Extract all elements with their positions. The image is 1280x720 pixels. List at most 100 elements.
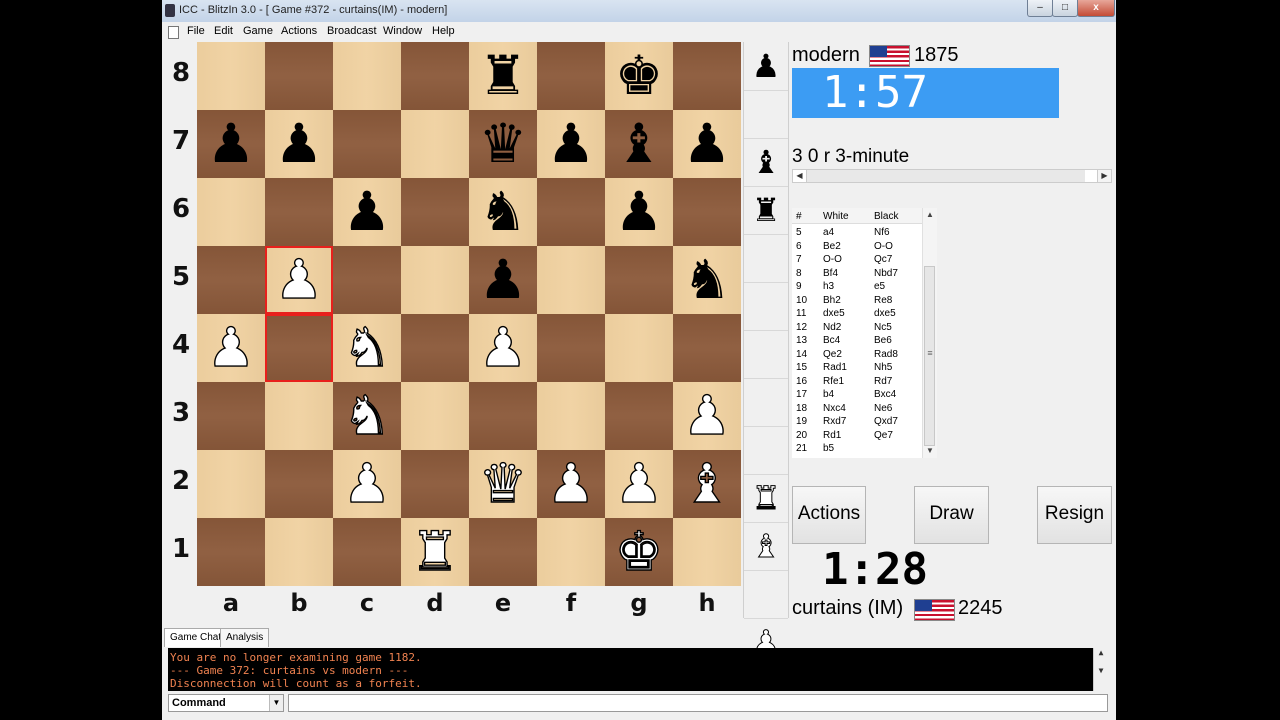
square-f4[interactable] — [537, 314, 605, 382]
square-f3[interactable] — [537, 382, 605, 450]
move-row[interactable]: 14 Qe2 Rad8 — [792, 348, 922, 362]
white-pawn-icon[interactable]: ♟ — [605, 450, 673, 518]
square-c4[interactable]: ♞ — [333, 314, 401, 382]
draw-button[interactable]: Draw — [914, 486, 989, 544]
black-rook-icon[interactable]: ♜ — [469, 42, 537, 110]
square-h4[interactable] — [673, 314, 741, 382]
square-c1[interactable] — [333, 518, 401, 586]
square-d4[interactable] — [401, 314, 469, 382]
move-list-scrollbar[interactable]: ▲ ≡ ▼ — [922, 208, 937, 458]
actions-button[interactable]: Actions — [792, 486, 866, 544]
move-row[interactable]: 21 b5 — [792, 442, 922, 456]
white-knight-icon[interactable]: ♞ — [333, 382, 401, 450]
move-row[interactable]: 12 Nd2 Nc5 — [792, 321, 922, 335]
square-c8[interactable] — [333, 42, 401, 110]
move-list-table[interactable]: # White Black 5 a4 Nf6 6 Be2 O-O 7 O-O Qc7 8 Bf4 Nb… — [792, 208, 922, 458]
move-row[interactable]: 9 h3 e5 — [792, 280, 922, 294]
square-h2[interactable]: ♝ — [673, 450, 741, 518]
square-e5[interactable]: ♟ — [469, 246, 537, 314]
square-b5[interactable]: ♟ — [265, 246, 333, 314]
square-f6[interactable] — [537, 178, 605, 246]
square-c3[interactable]: ♞ — [333, 382, 401, 450]
square-a1[interactable] — [197, 518, 265, 586]
square-f7[interactable]: ♟ — [537, 110, 605, 178]
square-f8[interactable] — [537, 42, 605, 110]
square-a8[interactable] — [197, 42, 265, 110]
minimize-button[interactable]: – — [1027, 0, 1053, 17]
white-pawn-icon[interactable]: ♟ — [673, 382, 741, 450]
square-h8[interactable] — [673, 42, 741, 110]
move-row[interactable]: 10 Bh2 Re8 — [792, 294, 922, 308]
square-d1[interactable]: ♜ — [401, 518, 469, 586]
chat-console[interactable]: You are no longer examining game 1182. -… — [168, 648, 1108, 691]
move-row[interactable]: 17 b4 Bxc4 — [792, 388, 922, 402]
square-f5[interactable] — [537, 246, 605, 314]
square-g8[interactable]: ♚ — [605, 42, 673, 110]
white-pawn-icon[interactable]: ♟ — [333, 450, 401, 518]
square-b4[interactable] — [265, 314, 333, 382]
black-knight-icon[interactable]: ♞ — [469, 178, 537, 246]
menu-broadcast[interactable]: Broadcast — [327, 25, 377, 37]
square-g4[interactable] — [605, 314, 673, 382]
square-f1[interactable] — [537, 518, 605, 586]
white-pawn-icon[interactable]: ♟ — [265, 246, 333, 314]
square-a7[interactable]: ♟ — [197, 110, 265, 178]
square-d7[interactable] — [401, 110, 469, 178]
black-queen-icon[interactable]: ♛ — [469, 110, 537, 178]
square-d3[interactable] — [401, 382, 469, 450]
square-h6[interactable] — [673, 178, 741, 246]
tab-analysis[interactable]: Analysis — [220, 628, 270, 647]
black-bishop-icon[interactable]: ♝ — [605, 110, 673, 178]
square-h7[interactable]: ♟ — [673, 110, 741, 178]
black-pawn-icon[interactable]: ♟ — [197, 110, 265, 178]
white-rook-icon[interactable]: ♜ — [401, 518, 469, 586]
square-c2[interactable]: ♟ — [333, 450, 401, 518]
scroll-up-icon[interactable]: ▲ — [923, 210, 937, 219]
square-c5[interactable] — [333, 246, 401, 314]
black-pawn-icon[interactable]: ♟ — [605, 178, 673, 246]
square-a2[interactable] — [197, 450, 265, 518]
move-row[interactable]: 16 Rfe1 Rd7 — [792, 375, 922, 389]
move-row[interactable]: 7 O-O Qc7 — [792, 253, 922, 267]
square-b8[interactable] — [265, 42, 333, 110]
menu-game[interactable]: Game — [243, 25, 273, 37]
menu-edit[interactable]: Edit — [214, 25, 233, 37]
black-pawn-icon[interactable]: ♟ — [673, 110, 741, 178]
black-knight-icon[interactable]: ♞ — [673, 246, 741, 314]
black-pawn-icon[interactable]: ♟ — [537, 110, 605, 178]
square-d2[interactable] — [401, 450, 469, 518]
square-b7[interactable]: ♟ — [265, 110, 333, 178]
tab-game-chat[interactable]: Game Chat — [164, 628, 228, 647]
black-pawn-icon[interactable]: ♟ — [265, 110, 333, 178]
square-h3[interactable]: ♟ — [673, 382, 741, 450]
square-e4[interactable]: ♟ — [469, 314, 537, 382]
move-row[interactable]: 19 Rxd7 Qxd7 — [792, 415, 922, 429]
square-c6[interactable]: ♟ — [333, 178, 401, 246]
scroll-down-icon[interactable]: ▼ — [923, 446, 937, 455]
scrollbar-thumb[interactable] — [807, 170, 1085, 182]
maximize-button[interactable]: □ — [1052, 0, 1078, 17]
white-king-icon[interactable]: ♚ — [605, 518, 673, 586]
white-bishop-icon[interactable]: ♝ — [673, 450, 741, 518]
horizontal-scrollbar[interactable]: ◀ ▶ — [792, 169, 1112, 183]
chevron-down-icon[interactable]: ▼ — [269, 695, 283, 711]
square-a6[interactable] — [197, 178, 265, 246]
menu-actions[interactable]: Actions — [281, 25, 317, 37]
chess-board[interactable]: ♜ ♚ ♟ ♟ ♛ ♟ ♝ ♟ ♟ ♞ ♟ ♟ ♟ ♞ ♟ ♞ ♟ ♞ ♟ ♟ ♛ ♟ ♟ ♝ ♜ ♚ — [197, 42, 741, 586]
menu-window[interactable]: Window — [383, 25, 422, 37]
square-b6[interactable] — [265, 178, 333, 246]
scroll-right-icon[interactable]: ▶ — [1097, 170, 1111, 182]
square-d5[interactable] — [401, 246, 469, 314]
square-a3[interactable] — [197, 382, 265, 450]
title-bar[interactable]: ICC - BlitzIn 3.0 - [ Game #372 - curtai… — [162, 0, 1116, 22]
chat-scrollbar[interactable]: ▲ ▼ — [1093, 648, 1108, 691]
square-h5[interactable]: ♞ — [673, 246, 741, 314]
square-g6[interactable]: ♟ — [605, 178, 673, 246]
square-a4[interactable]: ♟ — [197, 314, 265, 382]
move-row[interactable]: 5 a4 Nf6 — [792, 226, 922, 240]
square-c7[interactable] — [333, 110, 401, 178]
move-row[interactable]: 11 dxe5 dxe5 — [792, 307, 922, 321]
black-pawn-icon[interactable]: ♟ — [333, 178, 401, 246]
square-e3[interactable] — [469, 382, 537, 450]
square-e8[interactable]: ♜ — [469, 42, 537, 110]
